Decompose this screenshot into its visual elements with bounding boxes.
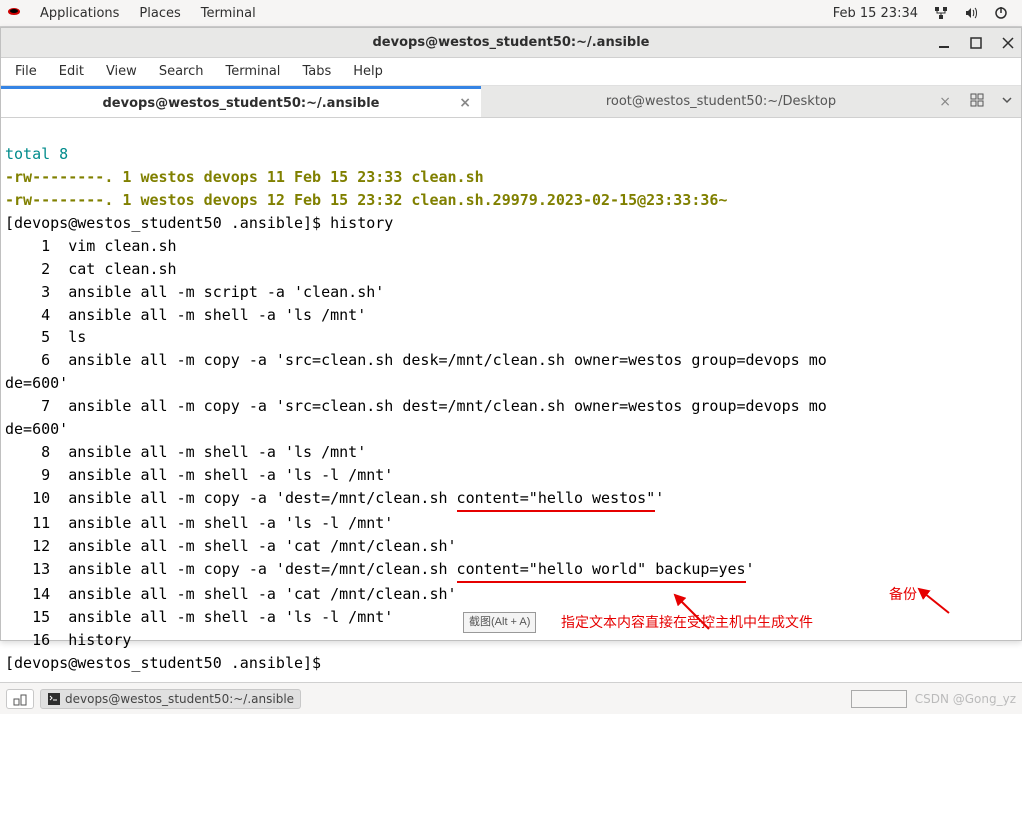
terminal-line: 5 ls (5, 328, 86, 346)
window-title: devops@westos_student50:~/.ansible (373, 35, 650, 50)
terminal-line: 3 ansible all -m script -a 'clean.sh' (5, 283, 384, 301)
maximize-button[interactable] (969, 36, 983, 50)
terminal-line: 14 ansible all -m shell -a 'cat /mnt/cle… (5, 585, 457, 603)
gnome-top-panel: Applications Places Terminal Feb 15 23:3… (0, 0, 1022, 27)
annotation-arrow-icon (859, 562, 963, 655)
volume-icon[interactable] (956, 6, 986, 20)
close-button[interactable] (1001, 36, 1015, 50)
terminal-line: total 8 (5, 145, 68, 163)
panel-applications[interactable]: Applications (30, 6, 129, 21)
terminal-tabbar: devops@westos_student50:~/.ansible × roo… (1, 86, 1021, 118)
menu-tabs[interactable]: Tabs (292, 61, 341, 82)
annotation-arrow-icon (615, 566, 719, 669)
terminal-line: 11 ansible all -m shell -a 'ls -l /mnt' (5, 514, 393, 532)
tab-inactive[interactable]: root@westos_student50:~/Desktop × (481, 86, 961, 117)
network-icon[interactable] (926, 6, 956, 20)
terminal-line: 7 ansible all -m copy -a 'src=clean.sh d… (5, 397, 827, 415)
terminal-line: de=600' (5, 374, 68, 392)
terminal-line: 6 ansible all -m copy -a 'src=clean.sh d… (5, 351, 827, 369)
tab-tools (961, 86, 1021, 117)
watermark-text: CSDN @Gong_yz (915, 692, 1016, 706)
menu-help[interactable]: Help (343, 61, 393, 82)
panel-clock[interactable]: Feb 15 23:34 (825, 6, 926, 21)
terminal-line: 9 ansible all -m shell -a 'ls -l /mnt' (5, 466, 393, 484)
terminal-content[interactable]: total 8 -rw--------. 1 westos devops 11 … (1, 118, 1021, 640)
tab-active[interactable]: devops@westos_student50:~/.ansible × (1, 86, 481, 117)
workspace-switcher[interactable] (851, 690, 907, 708)
window-menubar: File Edit View Search Terminal Tabs Help (1, 58, 1021, 86)
terminal-window: devops@westos_student50:~/.ansible File … (0, 27, 1022, 641)
menu-edit[interactable]: Edit (49, 61, 94, 82)
menu-terminal[interactable]: Terminal (215, 61, 290, 82)
menu-file[interactable]: File (5, 61, 47, 82)
panel-terminal[interactable]: Terminal (191, 6, 266, 21)
minimize-button[interactable] (937, 36, 951, 50)
taskbar-terminal-label: devops@westos_student50:~/.ansible (65, 692, 294, 706)
tab-close-icon[interactable]: × (459, 95, 471, 111)
window-titlebar[interactable]: devops@westos_student50:~/.ansible (1, 28, 1021, 58)
menu-search[interactable]: Search (149, 61, 214, 82)
screenshot-hint-badge: 截图(Alt + A) (463, 612, 536, 633)
show-desktop-button[interactable] (6, 689, 34, 709)
tab-inactive-label: root@westos_student50:~/Desktop (606, 94, 836, 109)
tab-active-label: devops@westos_student50:~/.ansible (103, 96, 380, 111)
terminal-line: 2 cat clean.sh (5, 260, 177, 278)
terminal-line: 1 vim clean.sh (5, 237, 177, 255)
terminal-line: -rw--------. 1 westos devops 11 Feb 15 2… (5, 168, 484, 186)
menu-view[interactable]: View (96, 61, 147, 82)
power-icon[interactable] (986, 6, 1016, 20)
terminal-line: 12 ansible all -m shell -a 'cat /mnt/cle… (5, 537, 457, 555)
terminal-prompt: [devops@westos_student50 .ansible]$ (5, 654, 330, 672)
terminal-line: 10 ansible all -m copy -a 'dest=/mnt/cle… (5, 489, 664, 507)
redhat-icon (6, 5, 22, 21)
window-controls (937, 28, 1015, 57)
terminal-prompt: [devops@westos_student50 .ansible]$ hist… (5, 214, 393, 232)
panel-places[interactable]: Places (129, 6, 190, 21)
taskbar-terminal-button[interactable]: devops@westos_student50:~/.ansible (40, 689, 301, 709)
terminal-line: 15 ansible all -m shell -a 'ls -l /mnt' (5, 608, 393, 626)
tab-overview-icon[interactable] (970, 93, 984, 111)
terminal-line: 16 history (5, 631, 131, 649)
terminal-line: 4 ansible all -m shell -a 'ls /mnt' (5, 306, 366, 324)
gnome-bottom-panel: devops@westos_student50:~/.ansible CSDN … (0, 682, 1022, 714)
tab-dropdown-icon[interactable] (1002, 94, 1012, 109)
tab-close-icon[interactable]: × (939, 94, 951, 110)
highlight-content-hello-westos: content="hello westos" (457, 487, 656, 512)
terminal-line: -rw--------. 1 westos devops 12 Feb 15 2… (5, 191, 727, 209)
terminal-line: de=600' (5, 420, 68, 438)
terminal-line: 8 ansible all -m shell -a 'ls /mnt' (5, 443, 366, 461)
